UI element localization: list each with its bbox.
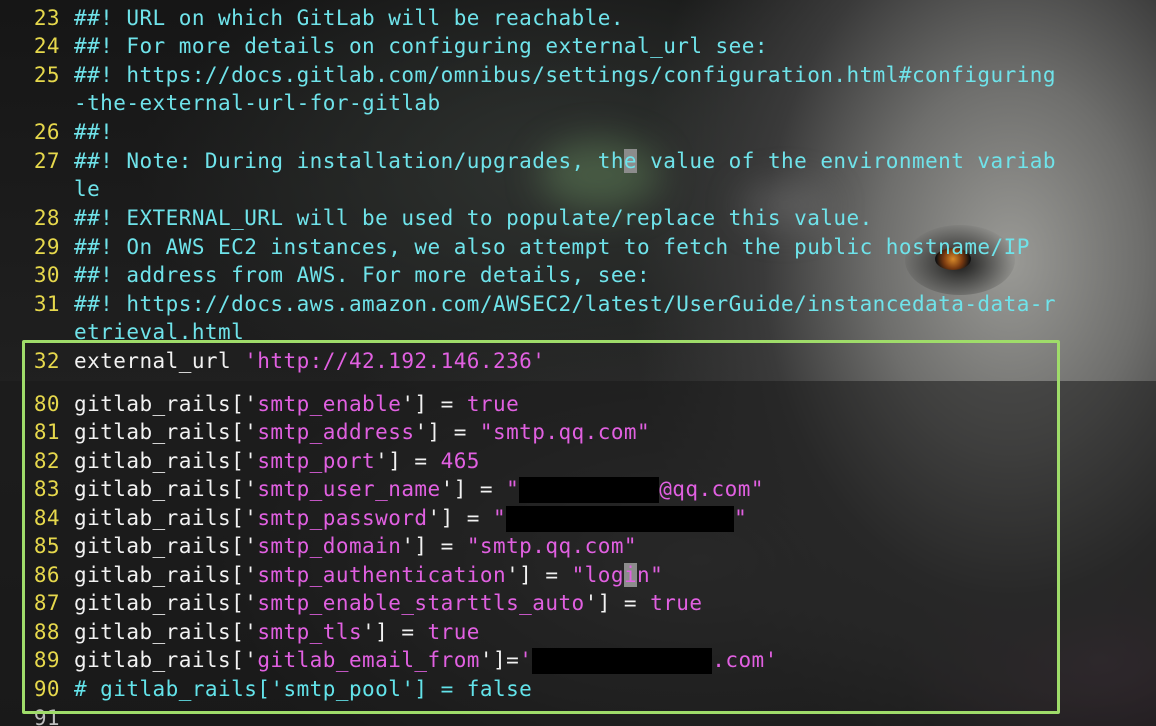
highlight-box [22, 340, 1060, 714]
code-line: 29 ##! On AWS EC2 instances, we also atte… [33, 235, 1030, 259]
text-cursor: e [623, 149, 638, 173]
terminal-editor-top[interactable]: 23 ##! URL on which GitLab will be reacha… [0, 0, 1156, 345]
code-line: 25 ##! https://docs.gitlab.com/omnibus/se… [33, 63, 1056, 87]
code-line: 26 ##! [33, 120, 114, 144]
code-line-wrapped: le [74, 177, 101, 201]
code-line: 30 ##! address from AWS. For more details… [33, 263, 651, 287]
code-line: 28 ##! EXTERNAL_URL will be used to popul… [33, 206, 873, 230]
code-line: 31 ##! https://docs.aws.amazon.com/AWSEC2… [33, 292, 1056, 316]
code-line-wrapped: etrieval.html [74, 320, 245, 340]
code-line-wrapped: -the-external-url-for-gitlab [74, 91, 441, 115]
code-line: 24 ##! For more details on configuring ex… [33, 34, 768, 58]
code-line: 23 ##! URL on which GitLab will be reacha… [33, 6, 624, 30]
code-line: 27 ##! Note: During installation/upgrades… [33, 149, 1056, 173]
